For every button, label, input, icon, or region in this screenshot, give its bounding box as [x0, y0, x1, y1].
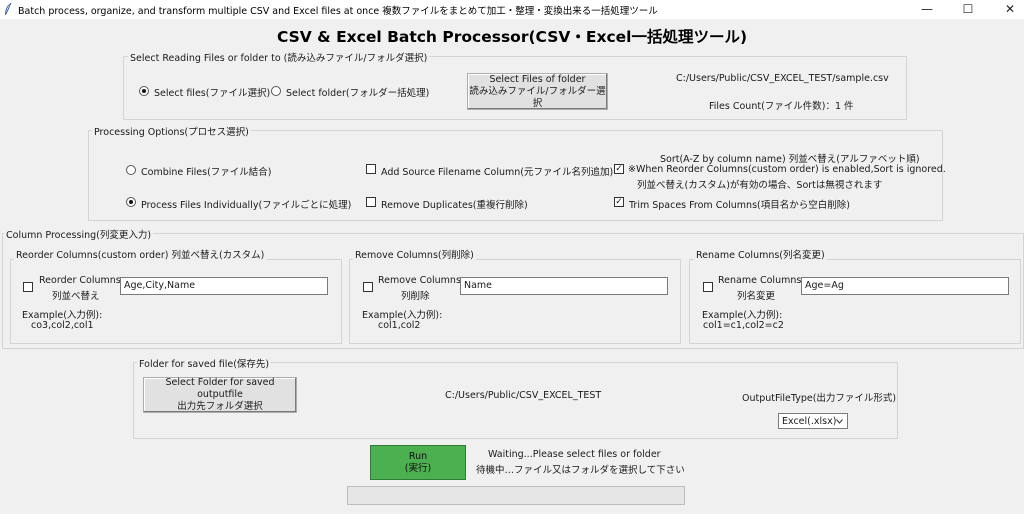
reorder-check-label[interactable]: Reorder Columns — [39, 275, 121, 286]
trim-spaces-label[interactable]: Trim Spaces From Columns(項目名から空白削除) — [629, 197, 850, 211]
close-button[interactable]: ✕ — [990, 0, 1024, 19]
reorder-checkbox[interactable] — [23, 282, 33, 292]
feather-app-icon — [5, 2, 12, 15]
files-count: Files Count(ファイル件数)：1 件 — [709, 101, 854, 112]
rename-checkbox[interactable] — [703, 282, 713, 292]
sort-label[interactable]: Sort(A-Z by column name) 列並べ替え(アルファベット順) — [660, 151, 920, 165]
title-bar: Batch process, organize, and transform m… — [0, 0, 1024, 19]
sort-note: ※When Reorder Columns(custom order) is e… — [628, 164, 946, 175]
reorder-example-label: Example(入力例): — [22, 310, 103, 321]
processing-group-legend: Processing Options(プロセス選択) — [92, 124, 251, 138]
remove-group-legend: Remove Columns(列削除) — [353, 247, 476, 261]
sort-checkbox[interactable]: ✓ — [614, 164, 624, 174]
output-group-legend: Folder for saved file(保存先) — [137, 356, 272, 370]
chevron-down-icon — [836, 419, 843, 424]
select-files-button-line2: 読み込みファイル/フォルダー選択 — [469, 85, 606, 109]
select-output-folder-button[interactable]: Select Folder for saved outputfile 出力先フォ… — [143, 377, 297, 413]
output-type-label: OutputFileType(出力ファイル形式) — [742, 393, 897, 404]
remove-duplicates-checkbox[interactable] — [366, 197, 376, 207]
sort-note-ja: 列並べ替え(カスタム)が有効の場合、Sortは無視されます — [637, 180, 883, 191]
reorder-group-legend: Reorder Columns(custom order) 列並べ替え(カスタム… — [14, 247, 267, 261]
column-processing-legend: Column Processing(列変更入力) — [4, 227, 154, 241]
maximize-button[interactable]: ☐ — [948, 0, 988, 19]
add-source-checkbox[interactable] — [366, 164, 376, 174]
remove-input[interactable]: Name — [460, 277, 668, 295]
run-button-label-ja: (実行) — [404, 462, 432, 474]
remove-duplicates-label[interactable]: Remove Duplicates(重複行削除) — [381, 197, 528, 211]
reorder-check-label-ja[interactable]: 列並べ替え — [52, 288, 100, 302]
remove-check-label-ja[interactable]: 列削除 — [401, 288, 430, 302]
trim-spaces-checkbox[interactable]: ✓ — [614, 197, 624, 207]
run-button[interactable]: Run (実行) — [370, 445, 466, 480]
remove-check-label[interactable]: Remove Columns — [378, 275, 461, 286]
window-title: Batch process, organize, and transform m… — [18, 6, 658, 17]
rename-example-value: col1=c1,col2=c2 — [703, 320, 784, 331]
run-button-label: Run — [408, 450, 428, 462]
rename-group-legend: Rename Columns(列名変更) — [694, 247, 827, 261]
combine-files-radio[interactable] — [126, 165, 136, 175]
rename-example-label: Example(入力例): — [702, 310, 783, 321]
individual-files-radio[interactable] — [126, 197, 136, 207]
status-text-ja: 待機中…ファイル又はフォルダを選択して下さい — [476, 465, 685, 476]
combine-files-label[interactable]: Combine Files(ファイル結合) — [141, 164, 272, 178]
select-files-label[interactable]: Select files(ファイル選択) — [154, 85, 270, 99]
minimize-button[interactable]: — — [907, 0, 947, 19]
add-source-label[interactable]: Add Source Filename Column(元ファイル名列追加) — [381, 164, 613, 178]
individual-files-label[interactable]: Process Files Individually(ファイルごとに処理) — [141, 197, 351, 211]
select-folder-label[interactable]: Select folder(フォルダー括処理) — [286, 85, 429, 99]
remove-checkbox[interactable] — [363, 282, 373, 292]
status-text: Waiting...Please select files or folder — [488, 449, 661, 460]
rename-input[interactable]: Age=Ag — [801, 277, 1009, 295]
progress-bar — [347, 486, 685, 505]
selected-file-path: C:/Users/Public/CSV_EXCEL_TEST/sample.cs… — [676, 73, 889, 84]
select-files-button-line1: Select Files of folder — [489, 73, 586, 85]
reorder-input[interactable]: Age,City,Name — [120, 277, 328, 295]
remove-group — [349, 259, 681, 344]
reading-group-legend: Select Reading Files or folder to (読み込みフ… — [128, 50, 430, 64]
select-folder-radio[interactable] — [271, 86, 281, 96]
rename-check-label[interactable]: Rename Columns — [718, 275, 801, 286]
select-files-radio[interactable] — [139, 86, 149, 96]
rename-check-label-ja[interactable]: 列名変更 — [737, 288, 775, 302]
page-title: CSV & Excel Batch Processor(CSV・Excel一括処… — [276, 28, 748, 46]
output-type-select[interactable]: Excel(.xlsx) — [778, 413, 848, 429]
output-folder-path: C:/Users/Public/CSV_EXCEL_TEST — [445, 390, 602, 401]
reorder-example-value: co3,col2,col1 — [31, 320, 94, 331]
remove-example-label: Example(入力例): — [362, 310, 443, 321]
select-output-folder-button-line2: 出力先フォルダ選択 — [177, 401, 263, 412]
output-type-value: Excel(.xlsx) — [782, 416, 837, 427]
remove-example-value: col1,col2 — [378, 320, 421, 331]
select-files-button[interactable]: Select Files of folder 読み込みファイル/フォルダー選択 — [467, 73, 608, 110]
select-output-folder-button-line1: Select Folder for saved outputfile — [165, 377, 275, 400]
